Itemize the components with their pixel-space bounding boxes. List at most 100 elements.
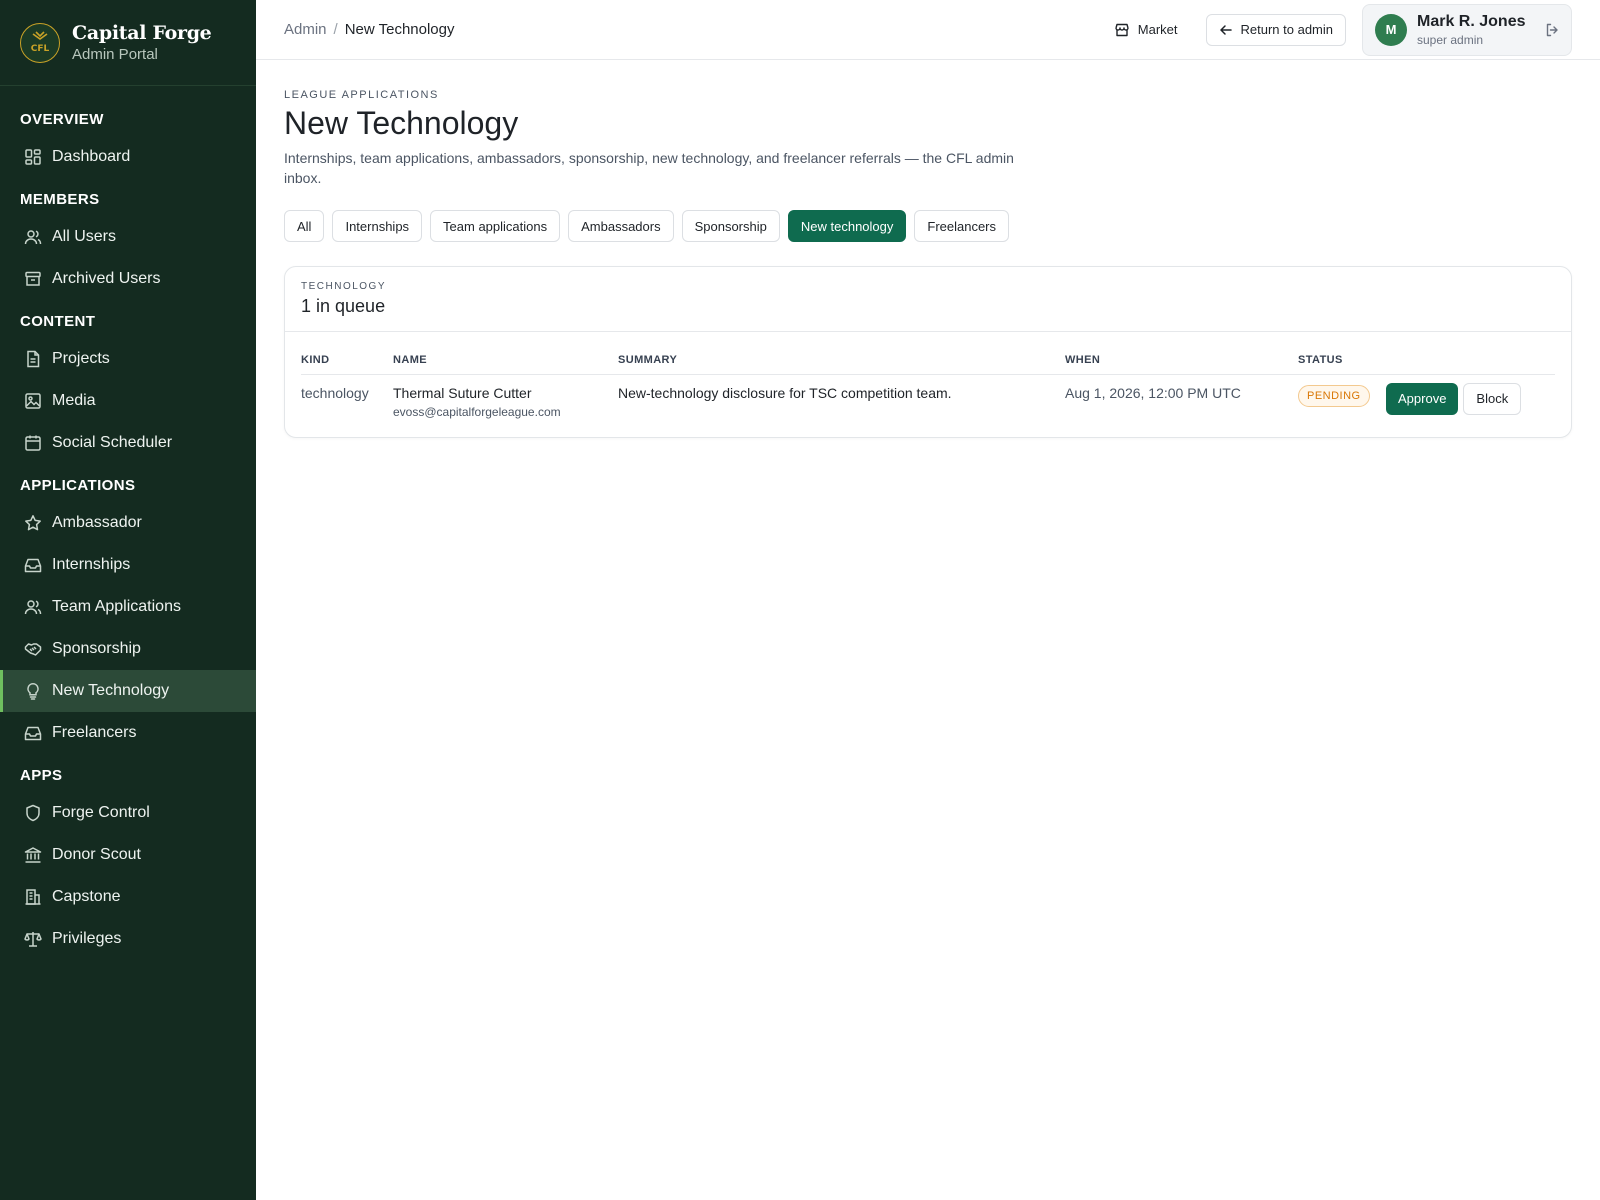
section-applications: APPLICATIONS [20,477,136,494]
sidebar-item-all-users[interactable]: All Users [0,216,256,258]
sidebar-item-team-applications[interactable]: Team Applications [0,586,256,628]
breadcrumb-current: New Technology [344,21,455,38]
queue-eyebrow: TECHNOLOGY [301,281,387,292]
star-icon [24,514,42,532]
shield-icon [24,804,42,822]
building-icon [24,888,42,906]
top-bar: Admin / New Technology Market Return to … [256,0,1600,60]
sidebar-item-privileges[interactable]: Privileges [0,918,256,960]
row-email: evoss@capitalforgeleague.com [393,404,561,419]
logo-icon: CFL [31,30,50,54]
column-status: STATUS [1298,346,1386,375]
sidebar-item-label: Social Scheduler [52,434,173,451]
table-header-row: KIND NAME SUMMARY WHEN STATUS [301,346,1555,375]
store-icon [1115,23,1129,36]
filter-tabs: All Internships Team applications Ambass… [284,210,1572,242]
dashboard-icon [24,148,42,166]
sidebar-item-label: Archived Users [52,270,161,287]
sidebar-item-label: Privileges [52,930,122,947]
handshake-icon [24,640,42,658]
sidebar: CFL Capital Forge Admin Portal OVERVIEW … [0,0,256,1200]
filter-all[interactable]: All [284,210,325,242]
logout-icon[interactable] [1545,23,1559,37]
queue-count: 1 in queue [301,296,386,316]
sidebar-item-label: Internships [52,556,131,573]
block-button[interactable]: Block [1463,382,1522,415]
sidebar-item-label: Dashboard [52,148,131,165]
sidebar-item-new-technology[interactable]: New Technology [0,670,256,712]
sidebar-item-label: Team Applications [52,598,181,615]
column-kind: KIND [301,346,393,375]
filter-internships[interactable]: Internships [332,210,423,242]
sidebar-item-internships[interactable]: Internships [0,544,256,586]
sidebar-item-forge-control[interactable]: Forge Control [0,792,256,834]
breadcrumb-separator: / [333,21,338,38]
image-icon [24,392,42,410]
section-overview: OVERVIEW [20,111,104,128]
sidebar-item-media[interactable]: Media [0,380,256,422]
page-description: Internships, team applications, ambassad… [284,150,1014,186]
brand-subtitle: Admin Portal [72,46,158,63]
approve-button[interactable]: Approve [1386,382,1459,415]
sidebar-item-social-scheduler[interactable]: Social Scheduler [0,422,256,464]
sidebar-item-label: Projects [52,350,110,367]
section-content: CONTENT [20,313,96,330]
brand[interactable]: CFL Capital Forge Admin Portal [0,0,256,86]
sidebar-item-label: Freelancers [52,724,137,741]
row-when: Aug 1, 2026, 12:00 PM UTC [1065,384,1241,401]
sidebar-item-label: Media [52,392,96,409]
avatar: M [1375,13,1407,46]
users-icon [24,228,42,246]
sidebar-item-label: New Technology [52,682,170,699]
user-name: Mark R. Jones [1417,12,1526,30]
file-icon [24,350,42,368]
queue-card: TECHNOLOGY 1 in queue KIND NAME SUMMARY … [284,266,1572,438]
lightbulb-icon [24,682,42,700]
sidebar-nav: OVERVIEW Dashboard MEMBERS All Users Arc… [0,86,256,960]
main-content: LEAGUE APPLICATIONS New Technology Inter… [284,60,1572,438]
filter-ambassadors[interactable]: Ambassadors [568,210,674,242]
return-to-admin-button[interactable]: Return to admin [1205,13,1346,46]
users-icon [24,598,42,616]
filter-new-technology[interactable]: New technology [787,210,907,242]
market-link[interactable]: Market [1114,22,1178,38]
sidebar-item-label: All Users [52,228,117,245]
page-title: New Technology [284,105,519,141]
sidebar-item-archived-users[interactable]: Archived Users [0,258,256,300]
section-members: MEMBERS [20,191,100,208]
row-kind: technology [301,384,369,401]
filter-team-applications[interactable]: Team applications [430,210,561,242]
sidebar-item-sponsorship[interactable]: Sponsorship [0,628,256,670]
column-when: WHEN [1065,346,1298,375]
user-menu[interactable]: M Mark R. Jones super admin [1362,3,1572,56]
bank-icon [24,846,42,864]
archive-icon [24,270,42,288]
user-role: super admin [1417,32,1484,47]
sidebar-item-label: Donor Scout [52,846,141,863]
queue-table: KIND NAME SUMMARY WHEN STATUS technology… [301,346,1555,419]
calendar-icon [24,434,42,452]
inbox-icon [24,724,42,742]
sidebar-item-label: Capstone [52,888,121,905]
sidebar-item-label: Ambassador [52,514,142,531]
sidebar-item-dashboard[interactable]: Dashboard [0,136,256,178]
column-actions [1386,346,1555,375]
row-name: Thermal Suture Cutter [393,384,532,401]
filter-sponsorship[interactable]: Sponsorship [681,210,780,242]
svg-text:CFL: CFL [31,44,50,54]
filter-freelancers[interactable]: Freelancers [914,210,1010,242]
status-badge: PENDING [1298,384,1370,407]
arrow-left-icon [1219,24,1232,35]
sidebar-item-donor-scout[interactable]: Donor Scout [0,834,256,876]
return-label: Return to admin [1240,22,1334,37]
page-eyebrow: LEAGUE APPLICATIONS [284,89,439,101]
scale-icon [24,930,42,948]
sidebar-item-freelancers[interactable]: Freelancers [0,712,256,754]
section-apps: APPS [20,767,63,784]
sidebar-item-ambassador[interactable]: Ambassador [0,502,256,544]
sidebar-item-label: Forge Control [52,804,150,821]
breadcrumb-root[interactable]: Admin [284,21,327,38]
sidebar-item-projects[interactable]: Projects [0,338,256,380]
breadcrumb: Admin / New Technology [284,21,455,38]
sidebar-item-capstone[interactable]: Capstone [0,876,256,918]
